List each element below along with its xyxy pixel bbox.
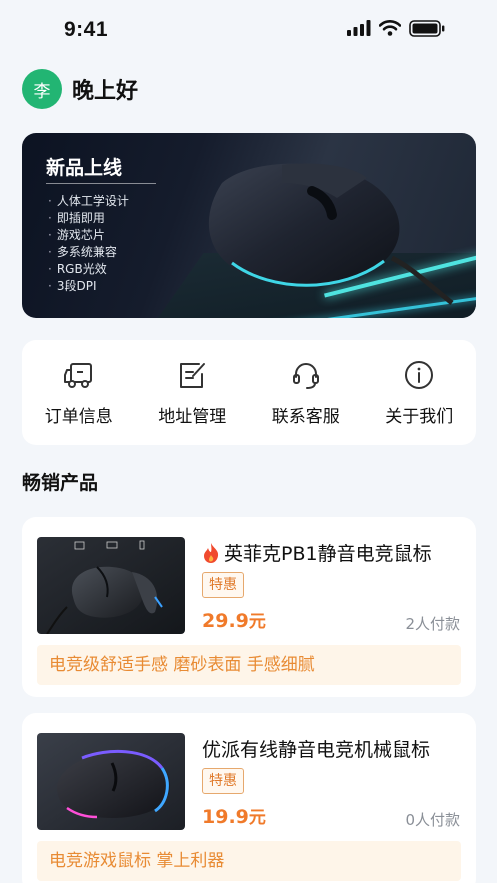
signal-icon	[347, 20, 371, 40]
menu-item-label: 联系客服	[271, 407, 340, 427]
paid-count: 2人付款	[405, 615, 460, 633]
banner-feature: 游戏芯片	[48, 227, 129, 244]
menu-item-support[interactable]: 联系客服	[251, 358, 361, 427]
product-name: 优派有线静音电竞机械鼠标	[202, 735, 430, 762]
banner-feature: 即插即用	[48, 210, 129, 227]
paid-count: 0人付款	[405, 811, 460, 829]
product-card[interactable]: 英菲克PB1静音电竞鼠标 特惠 29.9元 2人付款 电竞级舒适手感 磨砂表面 …	[22, 517, 476, 697]
avatar[interactable]: 李	[22, 69, 62, 109]
menu-item-about[interactable]: 关于我们	[364, 358, 474, 427]
menu-item-label: 订单信息	[44, 407, 113, 427]
product-card[interactable]: 优派有线静音电竞机械鼠标 特惠 19.9元 0人付款 电竞游戏鼠标 掌上利器	[22, 713, 476, 883]
section-title: 畅销产品	[22, 472, 99, 494]
status-bar: 9:41	[0, 0, 497, 60]
price-unit: 元	[248, 612, 266, 632]
product-name: 英菲克PB1静音电竞鼠标	[202, 539, 432, 566]
product-image	[37, 537, 185, 634]
info-icon	[402, 358, 436, 392]
banner-feature: RGB光效	[48, 261, 129, 278]
wifi-icon	[378, 20, 402, 40]
banner-feature: 人体工学设计	[48, 193, 129, 210]
banner-divider	[46, 183, 156, 184]
product-name-text: 优派有线静音电竞机械鼠标	[202, 739, 431, 761]
menu-item-label: 关于我们	[385, 407, 454, 427]
gaming-mouse-image	[208, 163, 454, 305]
menu-item-address[interactable]: 地址管理	[137, 358, 247, 427]
greeting-text: 晚上好	[72, 79, 139, 104]
greeting-header: 李 晚上好	[22, 68, 138, 110]
banner-feature-list: 人体工学设计 即插即用 游戏芯片 多系统兼容 RGB光效 3段DPI	[48, 193, 129, 295]
edit-note-icon	[175, 358, 209, 392]
product-description: 电竞级舒适手感 磨砂表面 手感细腻	[37, 645, 461, 685]
price-value: 19.9	[202, 806, 249, 828]
product-description: 电竞游戏鼠标 掌上利器	[37, 841, 461, 881]
banner-feature: 3段DPI	[48, 278, 129, 295]
product-image	[37, 733, 185, 830]
promo-tag: 特惠	[202, 768, 244, 794]
menu-item-orders[interactable]: 订单信息	[24, 358, 134, 427]
status-time: 9:41	[64, 18, 109, 41]
status-icons	[347, 19, 445, 41]
product-name-text: 英菲克PB1静音电竞鼠标	[224, 543, 432, 565]
truck-icon	[62, 358, 96, 392]
banner-feature: 多系统兼容	[48, 244, 129, 261]
price-value: 29.9	[202, 610, 249, 632]
promo-tag: 特惠	[202, 572, 244, 598]
battery-icon	[409, 19, 445, 41]
fire-icon	[202, 542, 220, 564]
promo-banner[interactable]: 新品上线 人体工学设计 即插即用 游戏芯片 多系统兼容 RGB光效 3段DPI	[22, 133, 476, 318]
product-price: 29.9元	[202, 607, 266, 632]
quick-menu: 订单信息 地址管理 联系客服 关于我们	[22, 340, 476, 445]
price-unit: 元	[248, 808, 266, 828]
product-price: 19.9元	[202, 803, 266, 828]
headset-icon	[289, 358, 323, 392]
menu-item-label: 地址管理	[158, 407, 227, 427]
banner-title: 新品上线	[46, 157, 123, 179]
